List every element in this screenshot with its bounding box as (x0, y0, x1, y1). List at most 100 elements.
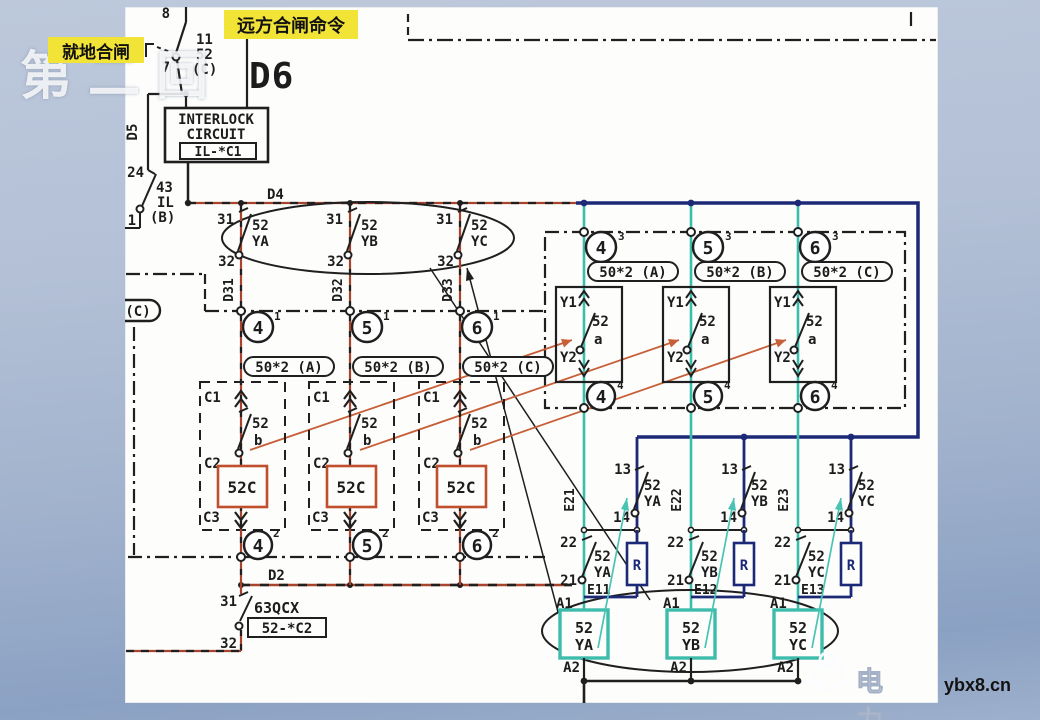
svg-text:6: 6 (472, 536, 483, 557)
svg-text:R: R (847, 558, 856, 574)
bus-label-d4: D4 (267, 187, 284, 203)
svg-text:2: 2 (382, 527, 389, 540)
svg-text:52: 52 (575, 619, 593, 637)
svg-text:YA: YA (644, 494, 661, 510)
label-il: IL (157, 195, 174, 211)
svg-text:63QCX: 63QCX (254, 599, 299, 617)
svg-text:1: 1 (274, 310, 281, 323)
svg-text:E21: E21 (563, 488, 578, 512)
slide: 8 7 11 52 (C) D6 D5 D4 INTERLOCK CIRCUIT… (0, 0, 1040, 720)
svg-text:22: 22 (560, 535, 577, 551)
svg-text:52: 52 (594, 549, 611, 565)
svg-text:YC: YC (471, 234, 488, 250)
svg-text:52: 52 (682, 619, 700, 637)
svg-text:4: 4 (253, 536, 264, 557)
svg-text:b: b (363, 433, 371, 449)
svg-text:R: R (633, 558, 642, 574)
svg-text:5: 5 (362, 536, 373, 557)
svg-text:A2: A2 (670, 660, 687, 676)
svg-text:32: 32 (220, 636, 237, 652)
svg-text:C1: C1 (204, 390, 221, 406)
svg-text:21: 21 (774, 573, 791, 589)
interlock-line1: INTERLOCK (178, 112, 254, 128)
svg-text:1: 1 (383, 310, 390, 323)
svg-text:5: 5 (362, 318, 373, 339)
brand-site: ybx8.cn (944, 675, 1012, 695)
svg-text:C3: C3 (203, 510, 220, 526)
svg-text:22: 22 (774, 535, 791, 551)
svg-text:E23: E23 (777, 488, 792, 511)
svg-text:3: 3 (832, 230, 839, 243)
svg-text:21: 21 (560, 573, 577, 589)
svg-text:YB: YB (701, 565, 718, 581)
svg-text:D32: D32 (331, 278, 346, 301)
label-43: 43 (156, 180, 173, 196)
svg-text:Y1: Y1 (774, 295, 791, 311)
interlock-line2: CIRCUIT (186, 127, 245, 143)
terminal-8: 8 (162, 6, 170, 22)
svg-text:4: 4 (831, 379, 838, 392)
svg-text:a: a (808, 332, 816, 348)
svg-text:50*2 (C): 50*2 (C) (813, 265, 880, 281)
svg-text:C1: C1 (423, 390, 440, 406)
svg-text:3: 3 (618, 230, 625, 243)
bus-label-d2: D2 (268, 568, 285, 584)
svg-text:31: 31 (326, 212, 343, 228)
sheet-label-d6: D6 (249, 56, 294, 97)
duct-label-d5: D5 (125, 124, 141, 141)
svg-text:E13: E13 (801, 583, 824, 598)
svg-text:YC: YC (858, 494, 875, 510)
svg-text:50*2 (B): 50*2 (B) (364, 360, 431, 376)
svg-text:52: 52 (806, 314, 823, 330)
svg-text:1: 1 (493, 310, 500, 323)
svg-text:a: a (701, 332, 709, 348)
svg-text:52: 52 (361, 218, 378, 234)
svg-text:5: 5 (703, 387, 714, 408)
svg-text:E22: E22 (670, 488, 685, 511)
svg-text:6: 6 (472, 318, 483, 339)
svg-text:52: 52 (471, 416, 488, 432)
svg-text:52: 52 (699, 314, 716, 330)
svg-text:YB: YB (361, 234, 378, 250)
svg-text:Y1: Y1 (667, 295, 684, 311)
svg-text:4: 4 (596, 238, 607, 259)
label-local-close: 就地合闸 (48, 37, 144, 63)
svg-text:13: 13 (828, 462, 845, 478)
svg-text:50*2 (A): 50*2 (A) (599, 265, 666, 281)
svg-text:R: R (740, 558, 749, 574)
svg-text:(C): (C) (125, 304, 150, 320)
svg-text:4: 4 (617, 379, 624, 392)
svg-text:C3: C3 (312, 510, 329, 526)
svg-text:52: 52 (858, 478, 875, 494)
svg-text:YC: YC (789, 636, 807, 654)
svg-text:31: 31 (220, 594, 237, 610)
svg-text:32: 32 (437, 254, 454, 270)
svg-text:52: 52 (592, 314, 609, 330)
svg-text:52-*C2: 52-*C2 (262, 621, 313, 637)
svg-text:52C: 52C (228, 478, 257, 497)
svg-text:4: 4 (253, 318, 264, 339)
svg-text:52: 52 (751, 478, 768, 494)
svg-text:E11: E11 (587, 583, 611, 598)
svg-text:C1: C1 (313, 390, 330, 406)
svg-text:52: 52 (252, 218, 269, 234)
svg-text:C3: C3 (422, 510, 439, 526)
svg-text:YB: YB (751, 494, 768, 510)
svg-text:b: b (473, 433, 481, 449)
svg-text:Y2: Y2 (774, 350, 791, 366)
svg-text:52: 52 (701, 549, 718, 565)
svg-text:52: 52 (808, 549, 825, 565)
svg-text:52: 52 (471, 218, 488, 234)
svg-text:6: 6 (810, 387, 821, 408)
terminal-1: 1 (128, 213, 136, 229)
svg-text:6: 6 (810, 238, 821, 259)
svg-text:4: 4 (724, 379, 731, 392)
brand-title: 电力知识课堂 (856, 667, 884, 720)
svg-text:32: 32 (218, 254, 235, 270)
svg-text:4: 4 (596, 387, 607, 408)
svg-text:52: 52 (644, 478, 661, 494)
svg-text:Y2: Y2 (560, 350, 577, 366)
svg-text:b: b (254, 433, 262, 449)
svg-text:50*2 (B): 50*2 (B) (706, 265, 773, 281)
svg-text:13: 13 (614, 462, 631, 478)
